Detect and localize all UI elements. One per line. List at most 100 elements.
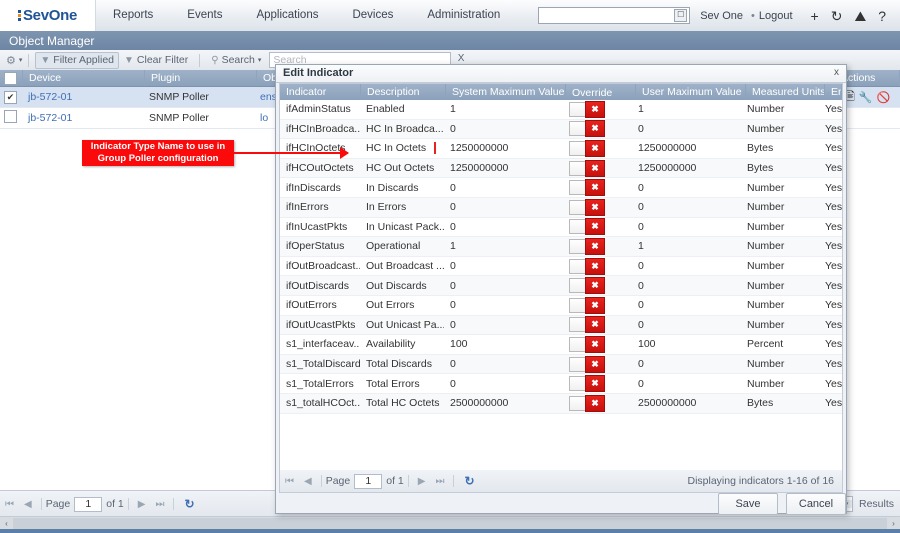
horizontal-scrollbar[interactable]: ‹ › (0, 516, 900, 530)
override-clear-icon[interactable]: ✖ (585, 218, 605, 236)
search-dropdown-button[interactable]: ⚲ Search ▾ (206, 52, 266, 69)
cell-user-maximum-value[interactable]: 0 (632, 123, 741, 135)
gear-icon[interactable]: ⚙ (6, 54, 16, 67)
next-page-icon[interactable]: ▶ (138, 499, 146, 510)
column-header-device[interactable]: Device (23, 70, 145, 86)
cell-override[interactable]: ✖ (563, 198, 632, 216)
override-checkbox[interactable] (569, 160, 585, 176)
cell-user-maximum-value[interactable]: 1 (632, 103, 741, 115)
dialog-next-page-icon[interactable]: ▶ (418, 476, 426, 487)
table-row[interactable]: ifOutErrors Out Errors 0 ✖ 0 Number Yes (280, 296, 842, 316)
column-header-indicator[interactable]: Indicator (280, 84, 361, 100)
global-search-clear-icon[interactable]: ☐ (674, 9, 688, 22)
table-row[interactable]: s1_totalHCOct... Total HC Octets 250000000… (280, 393, 842, 414)
cell-override[interactable]: ✖ (563, 257, 632, 275)
cell-user-maximum-value[interactable]: 0 (632, 319, 741, 331)
override-clear-icon[interactable]: ✖ (585, 159, 605, 177)
override-clear-icon[interactable]: ✖ (585, 257, 605, 275)
override-clear-icon[interactable]: ✖ (585, 375, 605, 393)
override-clear-icon[interactable]: ✖ (585, 355, 605, 373)
override-clear-icon[interactable]: ✖ (585, 139, 605, 157)
sevone-logo[interactable]: SevOne (0, 0, 96, 31)
prev-page-icon[interactable]: ◀ (24, 499, 32, 510)
row-checkbox-cell[interactable] (0, 110, 22, 126)
override-clear-icon[interactable]: ✖ (585, 316, 605, 334)
row-checkbox[interactable] (4, 110, 17, 123)
cell-user-maximum-value[interactable]: 1250000000 (632, 142, 741, 154)
cell-override[interactable]: ✖ (563, 218, 632, 236)
nav-item-events[interactable]: Events (170, 0, 239, 31)
cell-override[interactable]: ✖ (563, 277, 632, 295)
table-row[interactable]: ifOutDiscards Out Discards 0 ✖ 0 Number Yes (280, 276, 842, 296)
cell-override[interactable]: ✖ (563, 394, 632, 412)
cell-user-maximum-value[interactable]: 0 (632, 182, 741, 194)
cell-user-maximum-value[interactable]: 0 (632, 299, 741, 311)
table-row[interactable]: ifOutBroadcast... Out Broadcast ... 0 ✖ 0 Num… (280, 257, 842, 277)
dialog-first-page-icon[interactable]: ⏮ (285, 476, 294, 487)
table-row[interactable]: ifHCInOctets HC In Octets 1250000000 ✖ 12500… (280, 139, 842, 159)
override-clear-icon[interactable]: ✖ (585, 179, 605, 197)
override-clear-icon[interactable]: ✖ (585, 394, 605, 412)
disable-icon[interactable]: 🚫 (877, 91, 891, 104)
row-checkbox-cell[interactable]: ✔ (0, 90, 22, 104)
cell-override[interactable]: ✖ (563, 179, 632, 197)
cell-user-maximum-value[interactable]: 1250000000 (632, 162, 741, 174)
logout-link[interactable]: Logout (759, 10, 793, 22)
column-header-enabled[interactable]: Enabled (825, 84, 842, 100)
table-row[interactable]: ifOutUcastPkts Out Unicast Pa... 0 ✖ 0 Number… (280, 315, 842, 336)
cell-override[interactable]: ✖ (563, 139, 632, 157)
table-row[interactable]: ifHCInBroadca... HC In Broadca... 0 ✖ 0 Numbe… (280, 119, 842, 140)
table-row[interactable]: ifHCOutOctets HC Out Octets 1250000000 ✖ 125… (280, 158, 842, 179)
cell-user-maximum-value[interactable]: 0 (632, 378, 741, 390)
dialog-last-page-icon[interactable]: ⏭ (435, 476, 444, 487)
override-checkbox[interactable] (569, 219, 585, 235)
override-clear-icon[interactable]: ✖ (585, 100, 605, 118)
override-checkbox[interactable] (569, 199, 585, 215)
override-clear-icon[interactable]: ✖ (585, 296, 605, 314)
override-checkbox[interactable] (569, 258, 585, 274)
override-checkbox[interactable] (569, 101, 585, 117)
cell-override[interactable]: ✖ (563, 335, 632, 353)
override-clear-icon[interactable]: ✖ (585, 198, 605, 216)
help-icon[interactable]: ? (878, 9, 886, 23)
scroll-right-icon[interactable]: › (887, 518, 900, 529)
save-button[interactable]: Save (718, 492, 778, 515)
table-row[interactable]: s1_TotalDiscards Total Discards 0 ✖ 0 Number Y… (280, 354, 842, 375)
cell-override[interactable]: ✖ (563, 355, 632, 373)
nav-item-reports[interactable]: Reports (96, 0, 170, 31)
column-header-measured-units[interactable]: Measured Units (746, 84, 825, 100)
cell-override[interactable]: ✖ (563, 316, 632, 334)
cell-override[interactable]: ✖ (563, 237, 632, 255)
cancel-button[interactable]: Cancel (786, 492, 846, 515)
cell-device[interactable]: jb-572-01 (22, 112, 143, 124)
first-page-icon[interactable]: ⏮ (5, 499, 14, 510)
refresh-icon[interactable]: ↻ (831, 9, 843, 23)
override-checkbox[interactable] (569, 140, 585, 156)
row-checkbox[interactable]: ✔ (4, 90, 17, 104)
global-search-input[interactable]: ☐ (538, 7, 691, 24)
select-all-header[interactable] (0, 70, 23, 86)
cell-user-maximum-value[interactable]: 1 (632, 240, 741, 252)
search-chevron-down-icon[interactable]: ▾ (258, 56, 262, 64)
dialog-prev-page-icon[interactable]: ◀ (304, 476, 312, 487)
override-checkbox[interactable] (569, 238, 585, 254)
override-checkbox[interactable] (569, 278, 585, 294)
column-header-description[interactable]: Description (361, 84, 446, 100)
cell-user-maximum-value[interactable]: 0 (632, 201, 741, 213)
scrollbar-track[interactable] (13, 518, 887, 529)
search-clear-icon[interactable]: X (458, 53, 465, 64)
table-row[interactable]: ifAdminStatus Enabled 1 ✖ 1 Number Yes (280, 100, 842, 120)
override-checkbox[interactable] (569, 376, 585, 392)
select-all-checkbox[interactable] (4, 72, 17, 85)
table-row[interactable]: s1_TotalErrors Total Errors 0 ✖ 0 Number Yes (280, 374, 842, 394)
cell-user-maximum-value[interactable]: 0 (632, 260, 741, 272)
override-checkbox[interactable] (569, 317, 585, 333)
last-page-icon[interactable]: ⏭ (155, 499, 164, 510)
override-checkbox[interactable] (569, 336, 585, 352)
scroll-left-icon[interactable]: ‹ (0, 518, 13, 529)
home-icon[interactable]: ⛰ (854, 9, 866, 23)
override-clear-icon[interactable]: ✖ (585, 120, 605, 138)
edit-icon[interactable]: 🖹 (846, 88, 855, 107)
table-row[interactable]: ifInDiscards In Discards 0 ✖ 0 Number Yes (280, 178, 842, 198)
table-row[interactable]: s1_interfaceav... Availability 100 ✖ 100 Perc… (280, 335, 842, 355)
